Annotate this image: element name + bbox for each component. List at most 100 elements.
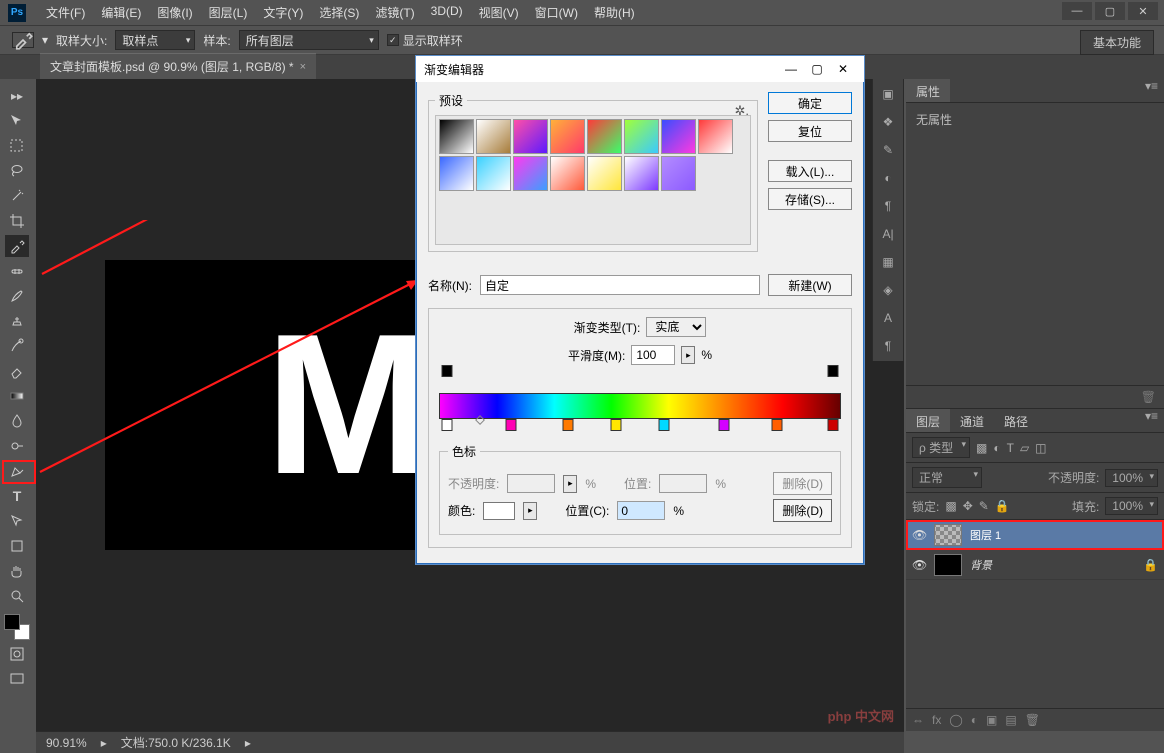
- eyedropper-preview-icon[interactable]: [12, 32, 34, 48]
- menu-item[interactable]: 窗口(W): [527, 4, 586, 21]
- preset-swatch[interactable]: [587, 119, 622, 154]
- link-layers-icon[interactable]: ⇔: [912, 713, 924, 727]
- preset-swatch[interactable]: [550, 156, 585, 191]
- dialog-titlebar[interactable]: 渐变编辑器 — ▢ ✕: [416, 56, 864, 82]
- close-tab-icon[interactable]: ×: [300, 61, 306, 73]
- filter-shape-icon[interactable]: ▱: [1020, 441, 1029, 455]
- color-stop[interactable]: [562, 419, 573, 431]
- menu-item[interactable]: 图像(I): [149, 4, 200, 21]
- lock-brush-icon[interactable]: ✎: [979, 499, 989, 513]
- filter-type-icon[interactable]: T: [1007, 441, 1014, 455]
- path-selection-tool[interactable]: [5, 510, 29, 532]
- tab-paths[interactable]: 路径: [994, 409, 1038, 432]
- dialog-close-icon[interactable]: ✕: [830, 59, 856, 79]
- menu-item[interactable]: 编辑(E): [93, 4, 149, 21]
- hand-tool[interactable]: [5, 560, 29, 582]
- stop-color-location-input[interactable]: [617, 501, 665, 520]
- quick-mask-icon[interactable]: [5, 643, 29, 665]
- character-panel-icon[interactable]: A|: [882, 227, 893, 241]
- new-layer-icon[interactable]: ▤: [1005, 713, 1016, 727]
- dialog-minimize-icon[interactable]: —: [778, 59, 804, 79]
- filter-adjustment-icon[interactable]: ◐: [993, 441, 1000, 455]
- crop-tool[interactable]: [5, 210, 29, 232]
- zoom-display[interactable]: 90.91%: [46, 736, 87, 750]
- layer-mask-icon[interactable]: ◯: [949, 713, 962, 727]
- color-panel-icon[interactable]: ❖: [883, 115, 894, 129]
- preset-swatch[interactable]: [513, 119, 548, 154]
- workspace-switcher[interactable]: 基本功能: [1080, 30, 1154, 55]
- preset-swatch[interactable]: [698, 119, 733, 154]
- lasso-tool[interactable]: [5, 160, 29, 182]
- paragraph-panel-icon[interactable]: ¶: [885, 199, 891, 213]
- adjustments-panel-icon[interactable]: ◐: [884, 171, 891, 185]
- sample-size-dropdown[interactable]: 取样点: [115, 30, 195, 50]
- tab-layers[interactable]: 图层: [906, 409, 950, 432]
- stop-color-picker-icon[interactable]: ▸: [523, 502, 537, 520]
- preset-swatch[interactable]: [513, 156, 548, 191]
- ok-button[interactable]: 确定: [768, 92, 852, 114]
- magic-wand-tool[interactable]: [5, 185, 29, 207]
- preset-swatch[interactable]: [624, 119, 659, 154]
- shape-tool[interactable]: [5, 535, 29, 557]
- smoothness-input[interactable]: [631, 345, 675, 365]
- layer-opacity-input[interactable]: 100%: [1105, 469, 1158, 487]
- preset-swatch[interactable]: [439, 119, 474, 154]
- menu-item[interactable]: 视图(V): [471, 4, 527, 21]
- layer-row[interactable]: 👁 背景 🔒: [906, 550, 1164, 580]
- layer-filter-kind[interactable]: ρ 类型: [912, 437, 970, 458]
- menu-item[interactable]: 文字(Y): [255, 4, 311, 21]
- gradient-name-input[interactable]: [480, 275, 760, 295]
- color-stop[interactable]: [771, 419, 782, 431]
- presets-menu-gear-icon[interactable]: ✲.: [734, 103, 749, 119]
- layer-thumbnail[interactable]: [934, 554, 962, 576]
- menu-item[interactable]: 文件(F): [38, 4, 93, 21]
- preset-swatch[interactable]: [587, 156, 622, 191]
- preset-swatches-grid[interactable]: [435, 115, 751, 245]
- clone-stamp-tool[interactable]: [5, 310, 29, 332]
- preset-swatch[interactable]: [661, 119, 696, 154]
- window-close[interactable]: ✕: [1128, 2, 1158, 20]
- styles-panel-icon[interactable]: ▦: [882, 255, 893, 269]
- brushes-panel-icon[interactable]: ✎: [883, 143, 893, 157]
- delete-layer-icon[interactable]: 🗑: [1025, 713, 1040, 727]
- visibility-eye-icon[interactable]: 👁: [912, 528, 926, 542]
- menu-item[interactable]: 滤镜(T): [367, 4, 422, 21]
- group-icon[interactable]: ▣: [986, 713, 997, 727]
- filter-pixel-icon[interactable]: ▩: [976, 441, 987, 455]
- menu-item[interactable]: 图层(L): [201, 4, 256, 21]
- gradient-type-select[interactable]: 实底: [646, 317, 706, 337]
- lock-pixels-icon[interactable]: ▩: [945, 499, 956, 513]
- lock-all-icon[interactable]: 🔒: [995, 499, 1010, 513]
- 3d-panel-icon[interactable]: ◈: [883, 283, 892, 297]
- doc-size-display[interactable]: 文档:750.0 K/236.1K: [121, 734, 231, 751]
- zoom-tool[interactable]: [5, 585, 29, 607]
- lock-position-icon[interactable]: ✥: [963, 499, 973, 513]
- color-stop[interactable]: [506, 419, 517, 431]
- preset-swatch[interactable]: [550, 119, 585, 154]
- preset-swatch[interactable]: [661, 156, 696, 191]
- adjustment-layer-icon[interactable]: ◐: [971, 713, 978, 727]
- menu-item[interactable]: 3D(D): [423, 4, 471, 21]
- menu-item[interactable]: 帮助(H): [586, 4, 643, 21]
- filter-smart-icon[interactable]: ◫: [1035, 441, 1046, 455]
- blend-mode-select[interactable]: 正常: [912, 467, 982, 488]
- blur-tool[interactable]: [5, 410, 29, 432]
- window-minimize[interactable]: —: [1062, 2, 1092, 20]
- layer-fx-icon[interactable]: fx: [932, 713, 941, 727]
- healing-brush-tool[interactable]: [5, 260, 29, 282]
- color-swatches[interactable]: [4, 614, 30, 640]
- dialog-maximize-icon[interactable]: ▢: [804, 59, 830, 79]
- panel-menu-icon[interactable]: ▾≡: [1139, 79, 1164, 102]
- tab-channels[interactable]: 通道: [950, 409, 994, 432]
- preset-swatch[interactable]: [439, 156, 474, 191]
- gradient-bar[interactable]: [439, 379, 841, 433]
- trash-icon[interactable]: 🗑: [906, 385, 1164, 408]
- marquee-tool[interactable]: [5, 135, 29, 157]
- tab-properties[interactable]: 属性: [906, 79, 950, 102]
- eyedropper-tool[interactable]: [5, 235, 29, 257]
- history-brush-tool[interactable]: [5, 335, 29, 357]
- glyphs-panel-icon[interactable]: A: [884, 311, 892, 325]
- move-tool[interactable]: [5, 110, 29, 132]
- window-maximize[interactable]: ▢: [1095, 2, 1125, 20]
- layer-thumbnail[interactable]: [934, 524, 962, 546]
